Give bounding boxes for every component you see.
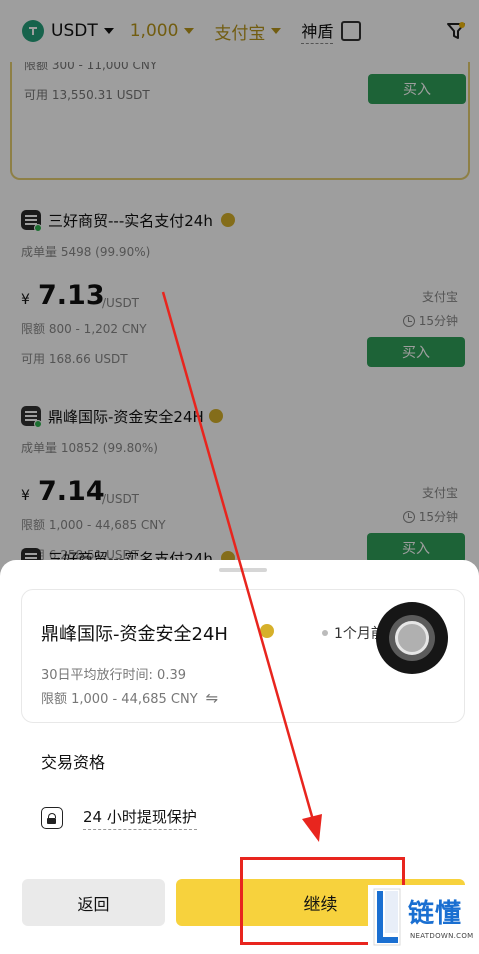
limit-text: 限额 1,000 - 44,685 CNY xyxy=(41,692,198,707)
drag-handle[interactable] xyxy=(219,568,267,572)
assistive-touch-icon xyxy=(389,615,435,661)
protection-item: 24 小时提现保护 xyxy=(41,806,197,830)
section-title: 交易资格 xyxy=(41,753,106,772)
avg-release-time: 30日平均放行时间: 0.39 xyxy=(41,668,186,683)
assistive-touch-button[interactable] xyxy=(376,602,448,674)
back-button[interactable]: 返回 xyxy=(22,879,165,926)
swap-icon[interactable]: ⇋ xyxy=(206,689,219,707)
limit-row: 限额 1,000 - 44,685 CNY ⇋ xyxy=(41,688,219,708)
lock-icon xyxy=(41,807,63,829)
verified-badge-icon xyxy=(260,624,274,638)
status-dot xyxy=(322,630,328,636)
watermark-title: 链懂 xyxy=(408,899,463,929)
watermark: 链懂 NEATDOWN.COM xyxy=(368,885,479,954)
protection-label[interactable]: 24 小时提现保护 xyxy=(83,806,197,830)
watermark-subtitle: NEATDOWN.COM xyxy=(410,932,474,940)
watermark-logo-icon xyxy=(373,888,401,946)
merchant-name: 鼎峰国际-资金安全24H xyxy=(41,624,228,645)
